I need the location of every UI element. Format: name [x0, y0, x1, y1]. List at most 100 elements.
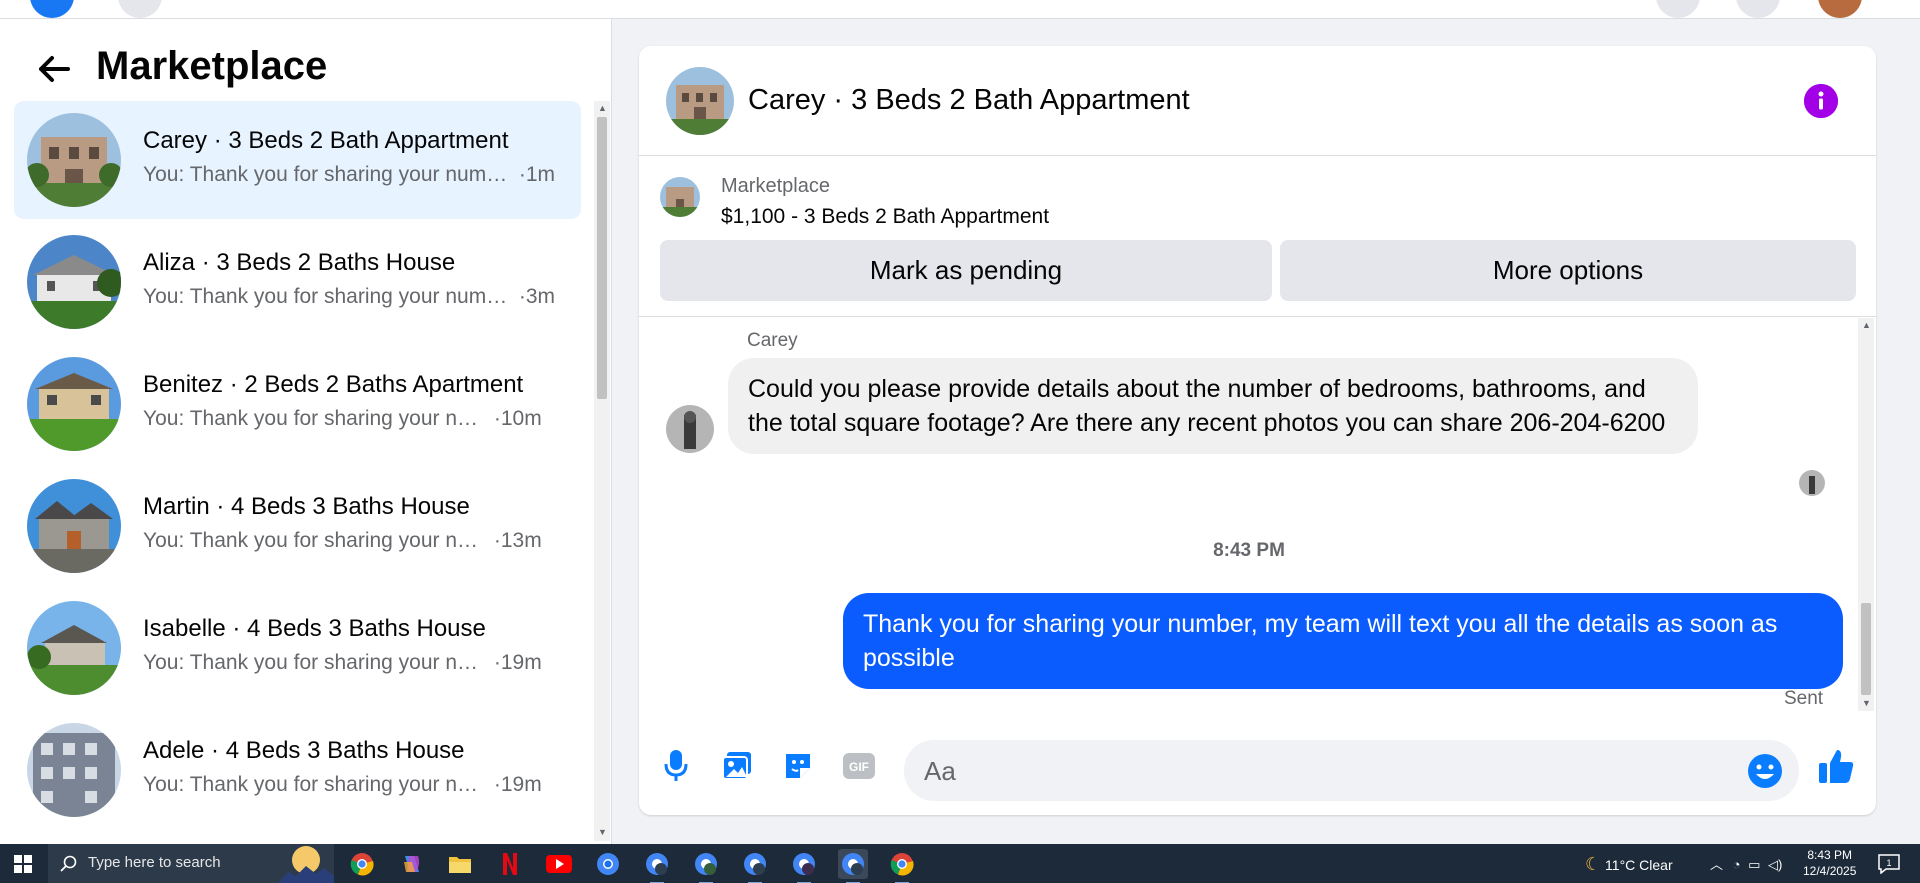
marketplace-listing-bar: Marketplace $1,100 - 3 Beds 2 Bath Appar…	[639, 157, 1876, 317]
search-button[interactable]	[118, 0, 162, 18]
clock-date: 12/4/2025	[1803, 864, 1857, 878]
conversation-item-martin[interactable]: Martin · 4 Beds 3 Baths House You: Thank…	[14, 467, 581, 585]
message-input[interactable]	[924, 752, 1724, 790]
conversation-name: Adele · 4 Beds 3 Baths House	[143, 737, 465, 764]
scroll-down-arrow-icon[interactable]: ▼	[598, 827, 607, 837]
moon-icon: ☾	[1585, 854, 1602, 874]
chrome-profile-icon[interactable]	[789, 849, 819, 883]
battery-icon[interactable]: ▭	[1748, 857, 1760, 872]
like-thumbs-up-icon[interactable]	[1816, 746, 1856, 786]
profile-avatar[interactable]	[1818, 0, 1862, 18]
listing-thumbnail	[27, 113, 121, 207]
system-clock[interactable]: 8:43 PM 12/4/2025	[1803, 847, 1856, 879]
weather-widget[interactable]: ☾ 11°C Clear	[1585, 854, 1673, 875]
message-thread: Carey Could you please provide details a…	[639, 318, 1859, 711]
youtube-icon[interactable]	[544, 849, 574, 879]
chrome-profile-icon[interactable]	[740, 849, 770, 883]
conversation-time: ·1m	[518, 163, 556, 186]
info-icon[interactable]	[1804, 84, 1838, 118]
conversation-item-isabelle[interactable]: Isabelle · 4 Beds 3 Baths House You: Tha…	[14, 589, 581, 707]
incoming-message[interactable]: Could you please provide details about t…	[728, 358, 1698, 454]
copilot-icon[interactable]	[397, 849, 427, 879]
conversation-item-adele[interactable]: Adele · 4 Beds 3 Baths House You: Thank …	[14, 711, 581, 829]
message-composer: GIF	[639, 726, 1876, 808]
chrome-profile-icon[interactable]	[593, 849, 623, 879]
chat-avatar[interactable]	[666, 67, 734, 135]
emoji-icon[interactable]	[1746, 752, 1784, 790]
gif-icon[interactable]: GIF	[839, 746, 879, 786]
conversation-snippet: You: Thank you for sharing your number, …	[143, 285, 556, 308]
sender-name: Carey	[747, 330, 798, 351]
listing-thumbnail	[27, 601, 121, 695]
microphone-icon[interactable]	[656, 746, 696, 786]
message-input-container	[904, 740, 1799, 801]
facebook-logo-icon[interactable]	[30, 0, 74, 18]
conversation-snippet: You: Thank you for sharing your number, …	[143, 163, 556, 186]
weather-text: 11°C Clear	[1605, 857, 1673, 873]
taskbar-search-box[interactable]: Type here to search	[48, 844, 334, 883]
conversation-time: ·19m	[493, 773, 542, 796]
chat-title: Carey · 3 Beds 2 Bath Appartment	[748, 84, 1190, 116]
sidebar-scrollbar[interactable]: ▲ ▼	[594, 101, 610, 841]
message-status: Sent	[1784, 688, 1824, 709]
message-timestamp: 8:43 PM	[1213, 540, 1285, 561]
page-title: Marketplace	[96, 44, 328, 88]
conversation-name: Carey · 3 Beds 2 Bath Appartment	[143, 127, 509, 154]
scrollbar-thumb[interactable]	[1861, 603, 1871, 695]
outgoing-message[interactable]: Thank you for sharing your number, my te…	[843, 593, 1843, 689]
search-placeholder: Type here to search	[88, 854, 221, 871]
clock-time: 8:43 PM	[1807, 848, 1853, 862]
more-options-button[interactable]: More options	[1280, 240, 1856, 301]
seen-indicator-avatar	[1799, 470, 1825, 496]
marketplace-label: Marketplace	[721, 175, 830, 197]
conversation-item-aliza[interactable]: Aliza · 3 Beds 2 Baths House You: Thank …	[14, 223, 581, 341]
file-explorer-icon[interactable]	[445, 849, 475, 879]
volume-icon[interactable]: ◁)	[1768, 857, 1782, 872]
menu-button[interactable]	[1656, 0, 1700, 18]
conversation-name: Isabelle · 4 Beds 3 Baths House	[143, 615, 486, 642]
chrome-profile-icon[interactable]	[838, 849, 868, 883]
windows-start-icon[interactable]	[0, 844, 46, 883]
netflix-icon[interactable]	[495, 849, 525, 879]
search-highlight-image	[278, 844, 334, 883]
listing-thumbnail	[27, 479, 121, 573]
listing-detail[interactable]: $1,100 - 3 Beds 2 Bath Appartment	[721, 205, 1049, 229]
listing-thumbnail	[27, 235, 121, 329]
svg-text:1: 1	[1886, 858, 1891, 868]
conversation-item-benitez[interactable]: Benitez · 2 Beds 2 Baths Apartment You: …	[14, 345, 581, 463]
back-arrow-icon[interactable]	[34, 49, 74, 89]
conversation-time: ·3m	[518, 285, 556, 308]
conversation-list: Carey · 3 Beds 2 Bath Appartment You: Th…	[0, 101, 595, 841]
photo-icon[interactable]	[717, 746, 757, 786]
chevron-up-icon[interactable]: ︿	[1710, 857, 1723, 872]
conversation-time: ·19m	[493, 651, 542, 674]
conversation-snippet: You: Thank you for sharing your number, …	[143, 651, 542, 674]
chrome-icon[interactable]	[887, 849, 917, 883]
conversation-item-carey[interactable]: Carey · 3 Beds 2 Bath Appartment You: Th…	[14, 101, 581, 219]
notification-icon[interactable]: 1	[1878, 854, 1900, 879]
thread-scrollbar[interactable]: ▲ ▼	[1858, 318, 1874, 711]
sender-avatar[interactable]	[666, 405, 714, 453]
conversation-name: Benitez · 2 Beds 2 Baths Apartment	[143, 371, 524, 398]
conversation-snippet: You: Thank you for sharing your number, …	[143, 407, 542, 430]
scroll-down-arrow-icon[interactable]: ▼	[1862, 698, 1871, 708]
conversation-snippet: You: Thank you for sharing your number, …	[143, 529, 542, 552]
sticker-icon[interactable]	[778, 746, 818, 786]
messenger-button[interactable]	[1736, 0, 1780, 18]
chrome-profile-icon[interactable]	[691, 849, 721, 883]
svg-text:GIF: GIF	[849, 760, 869, 774]
chrome-icon[interactable]	[347, 849, 377, 879]
conversation-time: ·13m	[493, 529, 542, 552]
scroll-up-arrow-icon[interactable]: ▲	[1862, 320, 1871, 330]
top-navigation-bar	[0, 0, 1920, 19]
scrollbar-thumb[interactable]	[597, 117, 607, 399]
chrome-profile-icon[interactable]	[642, 849, 672, 883]
listing-thumbnail[interactable]	[660, 177, 700, 217]
mark-as-pending-button[interactable]: Mark as pending	[660, 240, 1272, 301]
wifi-icon[interactable]: ◔	[1733, 857, 1741, 872]
system-tray[interactable]: ︿ ◔ ▭ ◁)	[1710, 854, 1782, 873]
conversation-time: ·10m	[493, 407, 542, 430]
conversation-sidebar: Marketplace Carey · 3 Beds 2 Bath Appart…	[0, 19, 612, 844]
scroll-up-arrow-icon[interactable]: ▲	[598, 103, 607, 113]
chat-header: Carey · 3 Beds 2 Bath Appartment	[639, 46, 1876, 156]
